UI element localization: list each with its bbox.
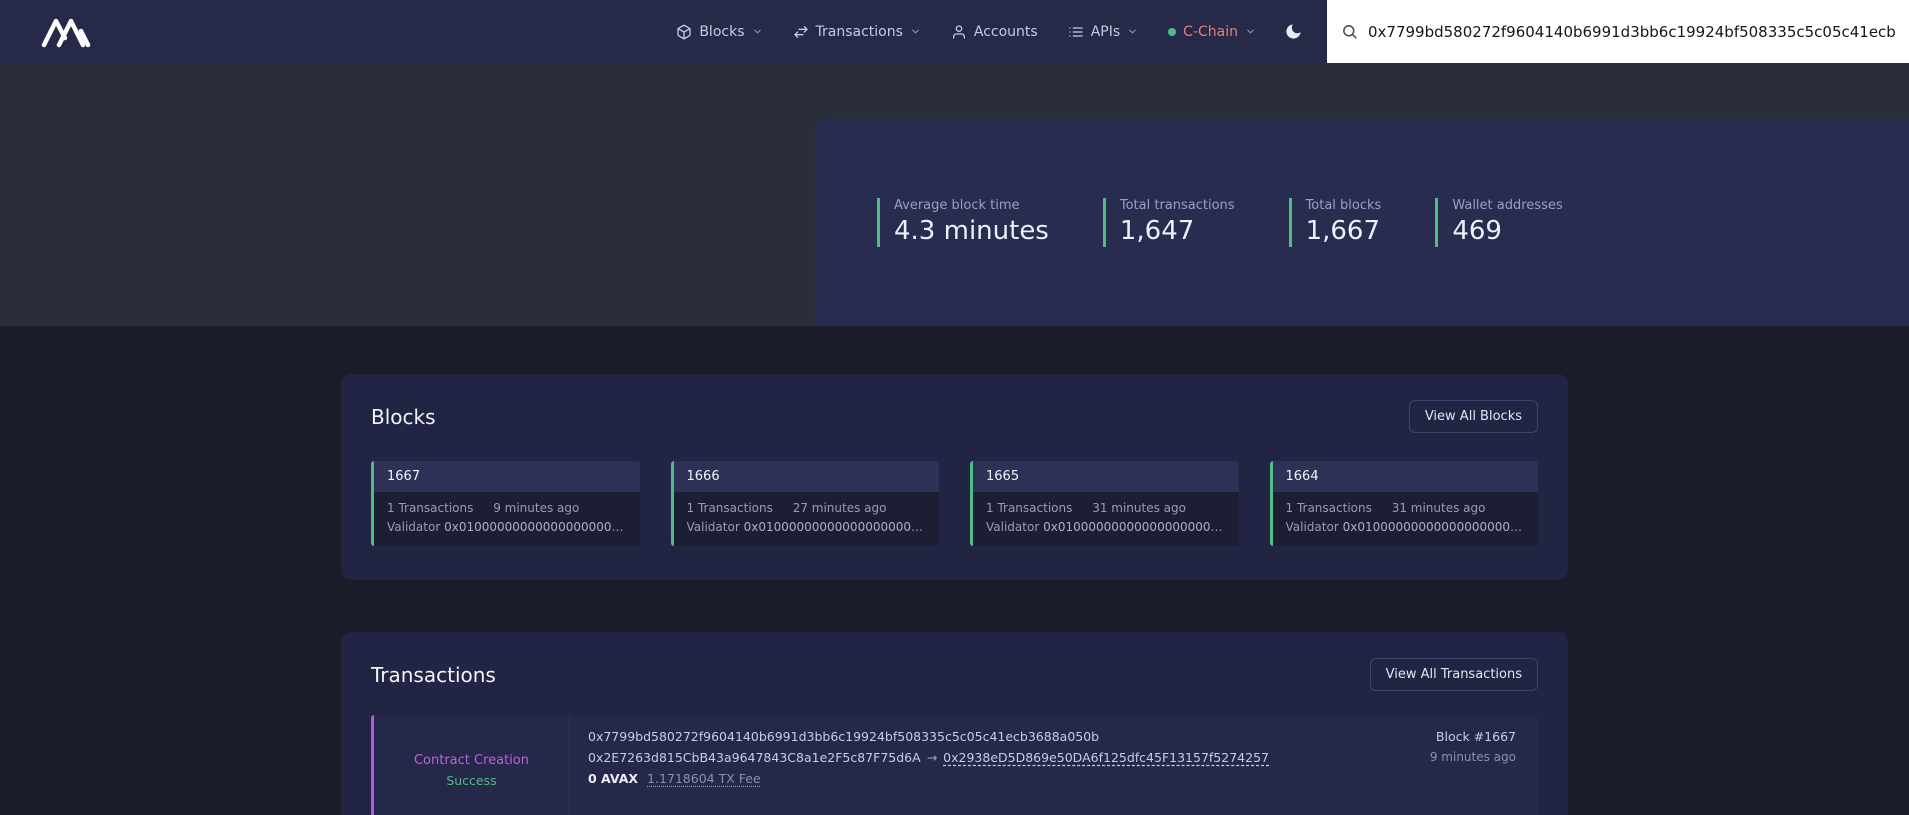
main-content: Blocks View All Blocks 1667 1 Transactio… <box>341 374 1568 815</box>
transaction-amount-line: 0 AVAX 1.1718604 TX Fee <box>588 771 1390 786</box>
block-tx-count: 1 Transactions <box>387 501 473 515</box>
nav-transactions[interactable]: Transactions <box>793 24 921 40</box>
nav-accounts-label: Accounts <box>974 24 1038 40</box>
search-input[interactable] <box>1368 23 1895 41</box>
avalanche-logo[interactable] <box>36 16 100 48</box>
transaction-age: 9 minutes ago <box>1430 750 1516 764</box>
stat-wallet-addresses: Wallet addresses 469 <box>1435 198 1562 247</box>
stat-label: Total transactions <box>1120 198 1235 213</box>
transaction-hash-link[interactable]: 0x7799bd580272f9604140b6991d3bb6c19924bf… <box>588 729 1390 744</box>
chevron-down-icon <box>752 26 763 37</box>
chevron-down-icon <box>1245 26 1256 37</box>
validator-label: Validator <box>387 520 440 534</box>
stat-total-transactions: Total transactions 1,647 <box>1103 198 1235 247</box>
nav-chain-label: C-Chain <box>1183 24 1238 40</box>
nav-apis[interactable]: APIs <box>1068 24 1138 40</box>
block-card[interactable]: 1667 1 Transactions 9 minutes ago Valida… <box>371 461 640 546</box>
validator-label: Validator <box>986 520 1039 534</box>
block-tx-count: 1 Transactions <box>986 501 1072 515</box>
block-card[interactable]: 1664 1 Transactions 31 minutes ago Valid… <box>1270 461 1539 546</box>
block-age: 31 minutes ago <box>1392 501 1486 515</box>
transactions-section-header: Transactions View All Transactions <box>371 658 1538 691</box>
transactions-section: Transactions View All Transactions Contr… <box>341 632 1568 815</box>
navbar: Blocks Transactions Accounts <box>0 0 1909 63</box>
search-bar <box>1327 0 1909 63</box>
nav-blocks-label: Blocks <box>699 24 744 40</box>
validator-label: Validator <box>1286 520 1339 534</box>
block-card-list: 1667 1 Transactions 9 minutes ago Valida… <box>371 461 1538 546</box>
stat-value: 469 <box>1452 216 1562 246</box>
stat-label: Total blocks <box>1306 198 1382 213</box>
stats-panel: Average block time 4.3 minutes Total tra… <box>815 119 1909 326</box>
stat-value: 4.3 minutes <box>894 216 1049 246</box>
validator-label: Validator <box>687 520 740 534</box>
transactions-title: Transactions <box>371 663 496 687</box>
block-card[interactable]: 1666 1 Transactions 27 minutes ago Valid… <box>671 461 940 546</box>
blocks-section: Blocks View All Blocks 1667 1 Transactio… <box>341 374 1568 580</box>
nav-chain-selector[interactable]: C-Chain <box>1168 24 1256 40</box>
blocks-section-header: Blocks View All Blocks <box>371 400 1538 433</box>
avalanche-logo-icon <box>36 16 100 48</box>
chevron-down-icon <box>1127 26 1138 37</box>
stat-label: Wallet addresses <box>1452 198 1562 213</box>
block-number[interactable]: 1664 <box>1273 461 1539 492</box>
nav-transactions-label: Transactions <box>816 24 903 40</box>
transaction-block-link[interactable]: Block #1667 <box>1430 729 1516 744</box>
transaction-amount: 0 AVAX <box>588 771 638 786</box>
chain-status-dot <box>1168 28 1176 36</box>
transaction-route: 0x2E7263d815CbB43a9647843C8a1e2F5c87F75d… <box>588 750 1390 765</box>
validator-address: 0x010000000000000000000000... <box>444 520 626 534</box>
validator-address: 0x010000000000000000000000... <box>1043 520 1225 534</box>
block-number[interactable]: 1665 <box>973 461 1239 492</box>
explorer-app: Blocks Transactions Accounts <box>0 0 1909 815</box>
swap-arrows-icon <box>793 24 809 40</box>
transaction-status-badge: Success <box>446 773 496 788</box>
transaction-detail-cell: 0x7799bd580272f9604140b6991d3bb6c19924bf… <box>570 715 1408 815</box>
transaction-meta-cell: Block #1667 9 minutes ago <box>1408 715 1538 815</box>
stat-value: 1,667 <box>1306 216 1382 246</box>
block-age: 31 minutes ago <box>1092 501 1186 515</box>
moon-icon <box>1284 22 1303 41</box>
block-card-body: 1 Transactions 31 minutes ago Validator … <box>1273 492 1539 546</box>
stat-value: 1,647 <box>1120 216 1235 246</box>
cube-icon <box>676 24 692 40</box>
transaction-type: Contract Creation <box>414 753 529 768</box>
nav-apis-label: APIs <box>1091 24 1120 40</box>
transaction-row[interactable]: Contract Creation Success 0x7799bd580272… <box>371 715 1538 815</box>
view-all-blocks-button[interactable]: View All Blocks <box>1409 400 1538 433</box>
block-card-body: 1 Transactions 9 minutes ago Validator 0… <box>374 492 640 546</box>
theme-toggle[interactable] <box>1284 22 1303 41</box>
nav-blocks[interactable]: Blocks <box>676 24 762 40</box>
blocks-title: Blocks <box>371 405 436 429</box>
block-age: 27 minutes ago <box>793 501 887 515</box>
block-number[interactable]: 1667 <box>374 461 640 492</box>
search-icon <box>1341 23 1358 40</box>
block-card-body: 1 Transactions 27 minutes ago Validator … <box>674 492 940 546</box>
block-tx-count: 1 Transactions <box>1286 501 1372 515</box>
block-tx-count: 1 Transactions <box>687 501 773 515</box>
block-age: 9 minutes ago <box>493 501 579 515</box>
transaction-fee: 1.1718604 TX Fee <box>647 771 761 786</box>
stat-label: Average block time <box>894 198 1049 213</box>
block-card-body: 1 Transactions 31 minutes ago Validator … <box>973 492 1239 546</box>
transaction-type-cell: Contract Creation Success <box>374 715 570 815</box>
to-address-link[interactable]: 0x2938eD5D869e50DA6f125dfc45F13157f52742… <box>943 750 1269 765</box>
hero-section: Average block time 4.3 minutes Total tra… <box>0 63 1909 326</box>
main-nav: Blocks Transactions Accounts <box>676 24 1256 40</box>
validator-address: 0x010000000000000000000000... <box>1343 520 1525 534</box>
view-all-transactions-button[interactable]: View All Transactions <box>1370 658 1538 691</box>
nav-accounts[interactable]: Accounts <box>951 24 1038 40</box>
block-card[interactable]: 1665 1 Transactions 31 minutes ago Valid… <box>970 461 1239 546</box>
list-icon <box>1068 24 1084 40</box>
arrow-right-icon: → <box>927 750 937 765</box>
block-number[interactable]: 1666 <box>674 461 940 492</box>
person-icon <box>951 24 967 40</box>
from-address: 0x2E7263d815CbB43a9647843C8a1e2F5c87F75d… <box>588 750 921 765</box>
stat-total-blocks: Total blocks 1,667 <box>1289 198 1382 247</box>
validator-address: 0x010000000000000000000000... <box>744 520 926 534</box>
chevron-down-icon <box>910 26 921 37</box>
stat-average-block-time: Average block time 4.3 minutes <box>877 198 1049 247</box>
